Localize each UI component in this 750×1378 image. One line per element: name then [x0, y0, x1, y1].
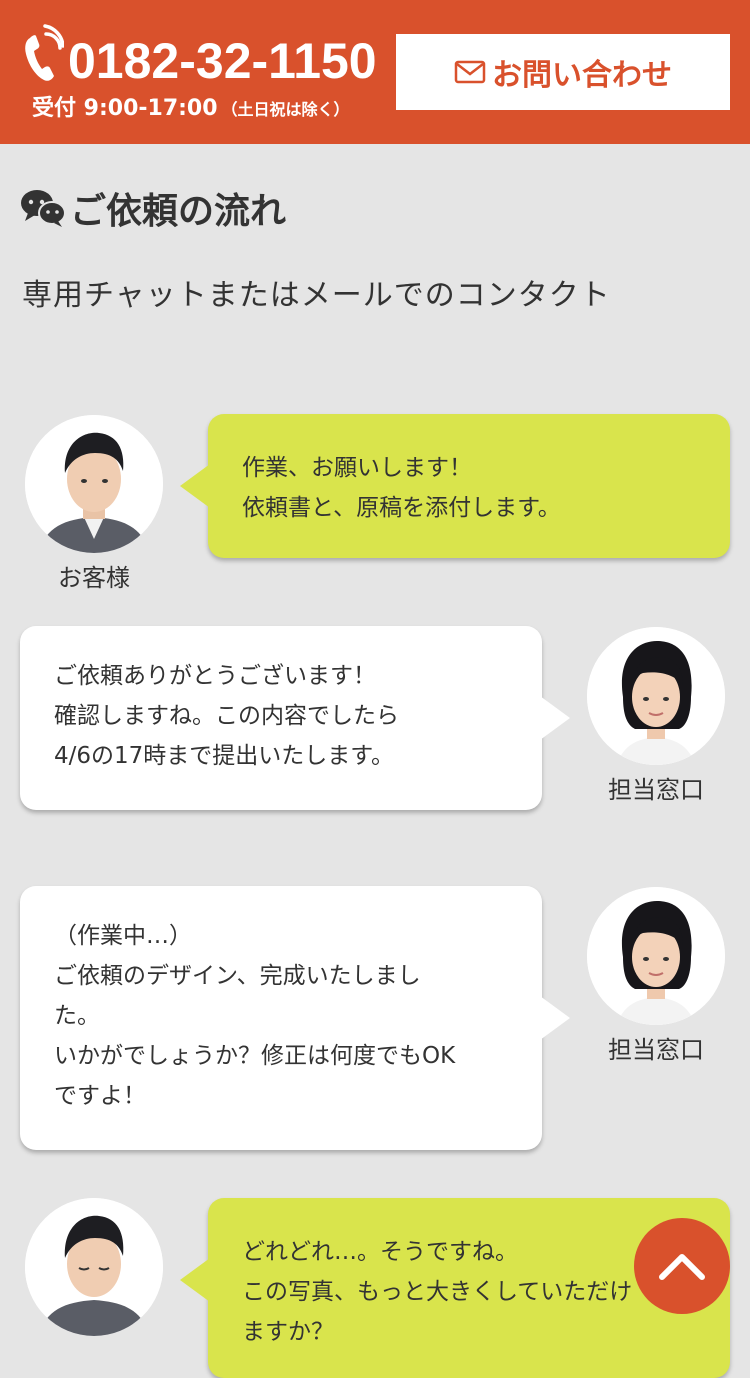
customer-avatar	[25, 1198, 163, 1336]
chat-bubbles-icon	[21, 190, 66, 227]
section-title: ご依頼の流れ	[20, 184, 286, 232]
bubble-tail	[540, 996, 570, 1040]
woman-portrait-icon	[587, 627, 725, 765]
business-hours: 受付 9:00-17:00 （土日祝は除く）	[32, 94, 350, 125]
woman-portrait-icon	[587, 887, 725, 1025]
customer-avatar	[25, 415, 163, 553]
message-line: ますか？	[242, 1319, 334, 1345]
scroll-to-top-button[interactable]	[634, 1218, 730, 1314]
staff-label: 担当窓口	[608, 1036, 704, 1064]
message-line: ご依頼ありがとうございます！	[54, 663, 376, 689]
message-line: 作業、お願いします！	[242, 455, 472, 481]
message-line: ご依頼のデザイン、完成いたしまし	[54, 963, 421, 989]
bubble-tail	[180, 1258, 210, 1302]
header-bar: 0182-32-1150 受付 9:00-17:00 （土日祝は除く） お問い合わ…	[0, 0, 750, 144]
message-line: 依頼書と、原稿を添付します。	[242, 495, 561, 521]
phone-number[interactable]: 0182-32-1150	[68, 32, 377, 90]
message-line: た。	[54, 1003, 100, 1029]
customer-label: お客様	[58, 564, 130, 592]
contact-button[interactable]: お問い合わせ	[396, 34, 730, 110]
message-line: 確認しますね。この内容でしたら	[54, 703, 399, 729]
message-line: ですよ！	[54, 1083, 146, 1109]
section-title-text: ご依頼の流れ	[70, 191, 287, 232]
chat-bubble-staff: ご依頼ありがとうございます！ 確認しますね。この内容でしたら 4/6の17時まで…	[20, 626, 570, 810]
message-line: （作業中…）	[54, 923, 192, 949]
contact-button-label: お問い合わせ	[492, 59, 672, 92]
message-line: どれどれ…。そうですね。	[242, 1239, 518, 1265]
man-portrait-icon	[25, 415, 163, 553]
staff-avatar	[587, 627, 725, 765]
message-line: この写真、もっと大きくしていただけ	[242, 1279, 633, 1305]
message-line: 4/6の17時まで提出いたします。	[54, 743, 394, 769]
chat-bubble-customer: 作業、お願いします！ 依頼書と、原稿を添付します。	[180, 414, 730, 558]
bubble-tail	[540, 696, 570, 740]
chevron-up-icon	[659, 1254, 705, 1280]
staff-avatar	[587, 887, 725, 1025]
chat-bubble-staff: （作業中…） ご依頼のデザイン、完成いたしまし た。 いかがでしょうか？修正は何…	[20, 886, 570, 1150]
mail-icon	[454, 60, 486, 84]
hours-label: 受付 9:00-17:00	[32, 96, 218, 121]
phone-icon	[25, 24, 64, 81]
message-line: いかがでしょうか？修正は何度でもOK	[54, 1043, 456, 1069]
man-portrait-icon	[25, 1198, 163, 1336]
hours-note: （土日祝は除く）	[221, 100, 350, 119]
staff-label: 担当窓口	[608, 776, 704, 804]
bubble-tail	[180, 464, 210, 508]
section-subtitle: 専用チャットまたはメールでのコンタクト	[22, 278, 611, 313]
